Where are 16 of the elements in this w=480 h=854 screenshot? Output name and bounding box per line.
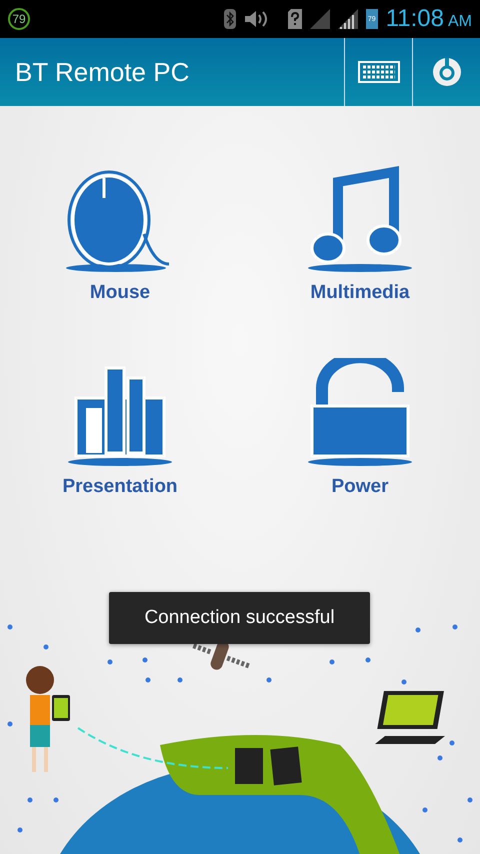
sim-card-icon	[288, 9, 302, 29]
signal-icon	[310, 9, 330, 29]
lock-tile[interactable]: Power	[240, 358, 480, 498]
bluetooth-icon	[224, 9, 236, 29]
keyboard-icon	[358, 61, 400, 83]
volume-icon	[244, 10, 270, 28]
clock-meridiem: AM	[448, 12, 472, 31]
mouse-tile[interactable]: Mouse	[0, 164, 240, 304]
app-title: BT Remote PC	[15, 56, 190, 88]
chart-tile[interactable]: Presentation	[0, 358, 240, 498]
notification-badge: 79	[8, 8, 30, 30]
signal-bars-icon	[338, 9, 358, 29]
clock-time: 11:08	[386, 5, 444, 33]
toast-message: Connection successful	[109, 592, 370, 644]
settings-icon	[430, 56, 462, 88]
music-tile[interactable]: Multimedia	[240, 164, 480, 304]
